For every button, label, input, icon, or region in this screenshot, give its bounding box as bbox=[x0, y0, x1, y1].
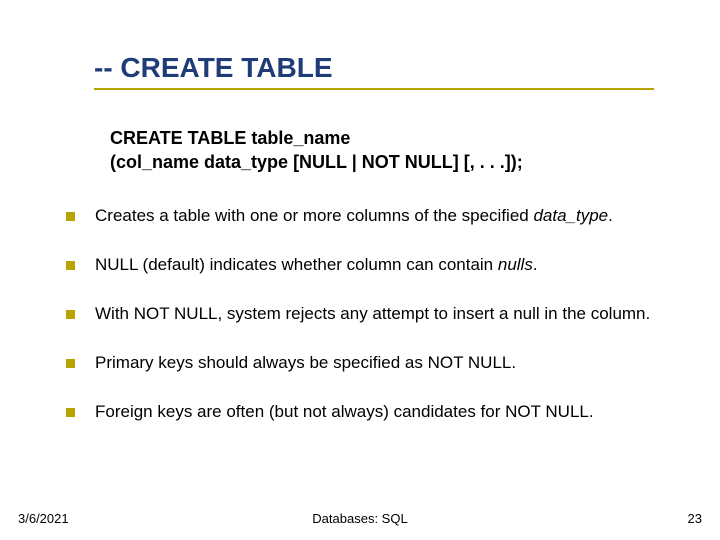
bullet-pre: NULL (default) indicates whether column … bbox=[95, 255, 498, 274]
list-item: Primary keys should always be specified … bbox=[66, 352, 676, 374]
bullet-text: Primary keys should always be specified … bbox=[95, 352, 676, 374]
syntax-line-2: (col_name data_type [NULL | NOT NULL] [,… bbox=[110, 150, 660, 174]
syntax-block: CREATE TABLE table_name (col_name data_t… bbox=[110, 126, 660, 175]
bullet-list: Creates a table with one or more columns… bbox=[66, 205, 676, 450]
bullet-post: . bbox=[608, 206, 613, 225]
bullet-pre: With NOT NULL, system rejects any attemp… bbox=[95, 304, 650, 323]
list-item: Foreign keys are often (but not always) … bbox=[66, 401, 676, 423]
slide: -- CREATE TABLE CREATE TABLE table_name … bbox=[0, 0, 720, 540]
bullet-text: Foreign keys are often (but not always) … bbox=[95, 401, 676, 423]
bullet-icon bbox=[66, 261, 75, 270]
title-block: -- CREATE TABLE bbox=[94, 52, 680, 90]
bullet-text: Creates a table with one or more columns… bbox=[95, 205, 676, 227]
slide-title: -- CREATE TABLE bbox=[94, 52, 680, 84]
list-item: NULL (default) indicates whether column … bbox=[66, 254, 676, 276]
list-item: Creates a table with one or more columns… bbox=[66, 205, 676, 227]
bullet-italic: data_type bbox=[533, 206, 608, 225]
bullet-pre: Creates a table with one or more columns… bbox=[95, 206, 533, 225]
bullet-icon bbox=[66, 408, 75, 417]
syntax-line-1: CREATE TABLE table_name bbox=[110, 126, 660, 150]
title-underline bbox=[94, 88, 654, 90]
bullet-icon bbox=[66, 212, 75, 221]
footer-page-number: 23 bbox=[688, 511, 702, 526]
list-item: With NOT NULL, system rejects any attemp… bbox=[66, 303, 676, 325]
bullet-pre: Foreign keys are often (but not always) … bbox=[95, 402, 594, 421]
bullet-text: With NOT NULL, system rejects any attemp… bbox=[95, 303, 676, 325]
bullet-text: NULL (default) indicates whether column … bbox=[95, 254, 676, 276]
bullet-italic: nulls bbox=[498, 255, 533, 274]
bullet-icon bbox=[66, 359, 75, 368]
bullet-post: . bbox=[533, 255, 538, 274]
bullet-pre: Primary keys should always be specified … bbox=[95, 353, 516, 372]
bullet-icon bbox=[66, 310, 75, 319]
footer-center: Databases: SQL bbox=[0, 511, 720, 526]
